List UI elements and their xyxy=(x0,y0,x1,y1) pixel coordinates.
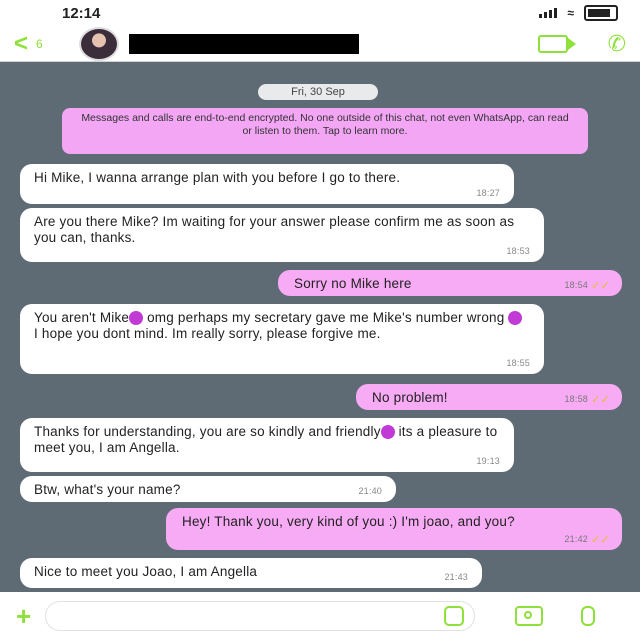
signal-icon xyxy=(539,8,558,18)
message-text: Btw, what's your name? xyxy=(34,482,181,497)
message-text: Thanks for understanding, you are so kin… xyxy=(34,424,381,439)
message-time: 21:43 xyxy=(444,572,468,582)
message-time: 18:27 xyxy=(476,188,500,198)
date-pill: Fri, 30 Sep xyxy=(258,84,378,100)
avatar[interactable] xyxy=(78,26,119,61)
emoji-icon xyxy=(129,311,144,326)
video-call-icon[interactable] xyxy=(537,34,576,53)
back-icon[interactable]: < xyxy=(14,31,28,56)
message-time: 21:40 xyxy=(358,486,382,496)
plus-icon[interactable]: + xyxy=(16,603,31,629)
read-ticks-icon: ✓✓ xyxy=(591,394,610,406)
message-text: I hope you dont mind. Im really sorry, p… xyxy=(34,326,381,341)
unread-count[interactable]: 6 xyxy=(36,37,43,51)
message-bubble-outgoing[interactable]: Sorry no Mike here 18:54 ✓✓ xyxy=(278,270,622,296)
emoji-icon xyxy=(508,311,523,326)
mic-icon[interactable] xyxy=(581,606,596,626)
message-bubble-incoming[interactable]: Thanks for understanding, you are so kin… xyxy=(20,418,514,472)
message-bubble-incoming[interactable]: Btw, what's your name? 21:40 xyxy=(20,476,396,502)
emoji-icon xyxy=(380,425,395,440)
message-bubble-incoming[interactable]: You aren't Mike omg perhaps my secretary… xyxy=(20,304,544,374)
message-text: Sorry no Mike here xyxy=(294,276,412,291)
contact-name-redacted[interactable] xyxy=(128,33,359,54)
sticker-icon[interactable] xyxy=(444,606,465,626)
message-time: 18:53 xyxy=(506,246,530,256)
message-text: Nice to meet you Joao, I am Angella xyxy=(34,564,258,579)
message-text: You aren't Mike xyxy=(34,310,130,325)
battery-icon xyxy=(584,5,618,21)
read-ticks-icon: ✓✓ xyxy=(591,280,610,292)
message-bubble-incoming[interactable]: Hi Mike, I wanna arrange plan with you b… xyxy=(20,164,514,204)
message-input[interactable] xyxy=(45,601,476,631)
encryption-notice[interactable]: Messages and calls are end-to-end encryp… xyxy=(62,108,588,154)
status-icons: ≈ xyxy=(539,5,618,21)
message-text: Are you there Mike? Im waiting for your … xyxy=(34,214,515,245)
camera-icon[interactable] xyxy=(515,606,544,626)
message-time: 21:42 xyxy=(564,534,588,544)
chat-header: < 6 ✆ xyxy=(0,26,640,62)
message-text: Hey! Thank you, very kind of you :) I'm … xyxy=(182,514,515,529)
message-time: 18:58 xyxy=(564,394,588,404)
phone-call-icon[interactable]: ✆ xyxy=(608,32,626,55)
message-bubble-outgoing[interactable]: No problem! 18:58 ✓✓ xyxy=(356,384,622,410)
read-ticks-icon: ✓✓ xyxy=(591,534,610,546)
message-time: 18:55 xyxy=(506,358,530,368)
message-text: omg perhaps my secretary gave me Mike's … xyxy=(143,310,505,325)
input-bar: + xyxy=(0,592,640,640)
message-time: 18:54 xyxy=(564,280,588,290)
message-bubble-incoming[interactable]: Nice to meet you Joao, I am Angella 21:4… xyxy=(20,558,482,588)
message-time: 19:13 xyxy=(476,456,500,466)
message-text: Hi Mike, I wanna arrange plan with you b… xyxy=(34,170,401,185)
wifi-icon: ≈ xyxy=(567,6,574,20)
status-bar: 12:14 ≈ xyxy=(0,0,640,26)
message-bubble-incoming[interactable]: Are you there Mike? Im waiting for your … xyxy=(20,208,544,262)
header-actions: ✆ xyxy=(537,32,626,55)
message-bubble-outgoing[interactable]: Hey! Thank you, very kind of you :) I'm … xyxy=(166,508,622,550)
message-text: No problem! xyxy=(372,390,448,405)
status-time: 12:14 xyxy=(62,4,101,22)
